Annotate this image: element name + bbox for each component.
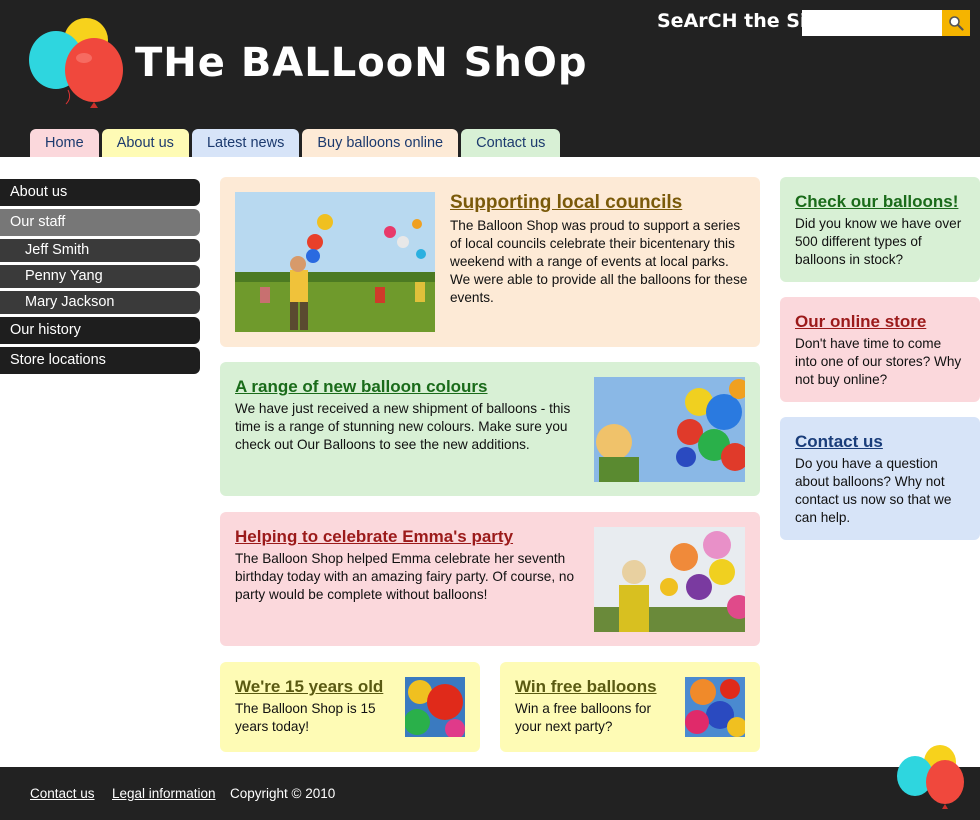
balloons-thumb-photo (685, 677, 745, 737)
tab-buy-balloons-online[interactable]: Buy balloons online (302, 129, 459, 157)
article-body: We have just received a new shipment of … (235, 401, 571, 452)
article-years: We're 15 years old The Balloon Shop is 1… (220, 662, 480, 752)
article-colours: A range of new balloon colours We have j… (220, 362, 760, 496)
article-body: The Balloon Shop is 15 years today! (235, 701, 376, 734)
sidebar-item-our-history[interactable]: Our history (0, 317, 200, 344)
balloons-thumb-photo (405, 677, 465, 737)
sidebar-nav: About us Our staff Jeff Smith Penny Yang… (0, 179, 200, 377)
footer-contact-link[interactable]: Contact us (30, 786, 95, 801)
aside-body: Do you have a question about balloons? W… (795, 456, 952, 525)
article-body: Win a free balloons for your next party? (515, 701, 652, 734)
aside-online-store: Our online store Don't have time to come… (780, 297, 980, 402)
balloons-decoration-icon (897, 745, 964, 809)
aside-title[interactable]: Contact us (795, 432, 965, 452)
kids-balloons-photo (235, 192, 435, 332)
aside-body: Did you know we have over 500 different … (795, 216, 962, 267)
article-title[interactable]: A range of new balloon colours (235, 377, 575, 397)
aside-body: Don't have time to come into one of our … (795, 336, 962, 387)
sidebar-item-about-us[interactable]: About us (0, 179, 200, 206)
aside-check-balloons: Check our balloons! Did you know we have… (780, 177, 980, 282)
article-councils: Supporting local councils The Balloon Sh… (220, 177, 760, 347)
footer-copyright: Copyright © 2010 (230, 786, 336, 801)
site-title[interactable]: THe BALLooN ShOp (135, 40, 588, 86)
sidebar-item-our-staff[interactable]: Our staff (0, 209, 200, 236)
article-title[interactable]: Win free balloons (515, 677, 675, 697)
girl-balloons-photo (594, 377, 745, 482)
article-body: The Balloon Shop helped Emma celebrate h… (235, 551, 575, 602)
search-button[interactable] (942, 10, 970, 36)
search-input[interactable] (802, 10, 942, 36)
tab-about-us[interactable]: About us (101, 129, 189, 157)
aside-title[interactable]: Check our balloons! (795, 192, 965, 212)
aside-contact-us: Contact us Do you have a question about … (780, 417, 980, 540)
sidebar-item-jeff-smith[interactable]: Jeff Smith (0, 239, 200, 262)
article-emma: Helping to celebrate Emma's party The Ba… (220, 512, 760, 646)
article-win: Win free balloons Win a free balloons fo… (500, 662, 760, 752)
article-title[interactable]: We're 15 years old (235, 677, 395, 697)
article-title[interactable]: Helping to celebrate Emma's party (235, 527, 585, 547)
aside-title[interactable]: Our online store (795, 312, 965, 332)
sidebar-item-mary-jackson[interactable]: Mary Jackson (0, 291, 200, 314)
site-footer: Contact us Legal information Copyright ©… (0, 767, 980, 820)
balloons-logo-icon[interactable] (28, 18, 128, 110)
sidebar-item-penny-yang[interactable]: Penny Yang (0, 265, 200, 288)
search-icon (949, 16, 964, 31)
sidebar-item-store-locations[interactable]: Store locations (0, 347, 200, 374)
article-body: The Balloon Shop was proud to support a … (450, 218, 748, 305)
emma-party-photo (594, 527, 745, 632)
tab-latest-news[interactable]: Latest news (191, 129, 300, 157)
tab-contact-us[interactable]: Contact us (461, 129, 561, 157)
site-header: THe BALLooN ShOp SeArCH the SiTE Home Ab… (0, 0, 980, 157)
article-title[interactable]: Supporting local councils (450, 192, 750, 214)
footer-legal-link[interactable]: Legal information (112, 786, 216, 801)
tab-home[interactable]: Home (30, 129, 99, 157)
main-tabs: Home About us Latest news Buy balloons o… (30, 129, 561, 157)
